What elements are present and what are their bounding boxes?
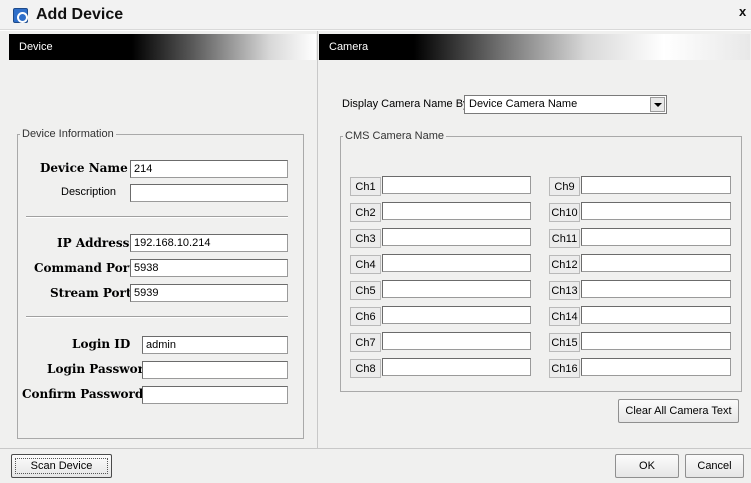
login-password-label: Login Password (47, 362, 153, 376)
clear-all-camera-text-button[interactable]: Clear All Camera Text (618, 399, 739, 423)
device-name-field[interactable]: 214 (130, 160, 288, 178)
channel-label: Ch3 (350, 229, 381, 248)
description-label: Description (61, 186, 117, 198)
device-name-label: Device Name (40, 161, 128, 175)
command-port-field[interactable]: 5938 (130, 259, 288, 277)
display-camera-name-select[interactable]: Device Camera Name (464, 95, 667, 114)
channel-label: Ch5 (350, 281, 381, 300)
channel-label: Ch4 (350, 255, 381, 274)
close-button[interactable]: x (739, 4, 751, 20)
channel-label: Ch15 (549, 333, 580, 352)
description-field[interactable] (130, 184, 288, 202)
channel-label: Ch12 (549, 255, 580, 274)
channel-label: Ch10 (549, 203, 580, 222)
display-camera-name-by-label: Display Camera Name By (342, 98, 469, 110)
channel-name-field[interactable] (581, 176, 731, 194)
ip-address-label: IP Address (57, 236, 130, 250)
channel-label: Ch8 (350, 359, 381, 378)
login-id-field[interactable]: admin (142, 336, 288, 354)
channel-name-field[interactable] (581, 202, 731, 220)
display-camera-name-value: Device Camera Name (469, 98, 578, 110)
channel-label: Ch11 (549, 229, 580, 248)
channel-name-field[interactable] (581, 332, 731, 350)
window-title: Add Device (36, 6, 124, 23)
camera-pane-header: Camera (319, 34, 750, 60)
login-id-label: Login ID (72, 337, 131, 351)
channel-label: Ch13 (549, 281, 580, 300)
channel-name-field[interactable] (382, 280, 531, 298)
channel-name-field[interactable] (382, 332, 531, 350)
ip-address-field[interactable]: 192.168.10.214 (130, 234, 288, 252)
channel-name-field[interactable] (382, 176, 531, 194)
cms-camera-name-legend: CMS Camera Name (345, 130, 445, 142)
confirm-password-field[interactable] (142, 386, 288, 404)
scan-device-label: Scan Device (15, 458, 108, 474)
channel-name-field[interactable] (581, 306, 731, 324)
cancel-button[interactable]: Cancel (685, 454, 744, 478)
channel-label: Ch9 (549, 177, 580, 196)
confirm-password-label: Confirm Password (22, 387, 144, 401)
channel-label: Ch16 (549, 359, 580, 378)
channel-name-field[interactable] (382, 202, 531, 220)
device-information-legend: Device Information (22, 128, 114, 140)
title-bar: Add Device x (0, 0, 751, 30)
channel-name-field[interactable] (382, 306, 531, 324)
separator-2 (26, 316, 288, 318)
footer-separator (0, 448, 751, 449)
separator-1 (26, 216, 288, 218)
ok-button[interactable]: OK (615, 454, 679, 478)
command-port-label: Command Port (34, 261, 135, 275)
channel-label: Ch6 (350, 307, 381, 326)
channel-label: Ch14 (549, 307, 580, 326)
pane-divider (317, 31, 318, 449)
channel-label: Ch2 (350, 203, 381, 222)
dialog-client-area: Device Camera Device Information Device … (0, 31, 751, 483)
device-pane-header: Device (9, 34, 316, 60)
channel-label: Ch1 (350, 177, 381, 196)
stream-port-field[interactable]: 5939 (130, 284, 288, 302)
channel-name-field[interactable] (581, 228, 731, 246)
channel-name-field[interactable] (382, 228, 531, 246)
channel-name-field[interactable] (382, 358, 531, 376)
login-password-field[interactable] (142, 361, 288, 379)
channel-name-field[interactable] (581, 254, 731, 272)
channel-name-field[interactable] (382, 254, 531, 272)
chevron-down-icon[interactable] (650, 97, 665, 112)
channel-label: Ch7 (350, 333, 381, 352)
scan-device-button[interactable]: Scan Device (11, 454, 112, 478)
channel-name-field[interactable] (581, 280, 731, 298)
stream-port-label: Stream Port (50, 286, 132, 300)
channel-name-field[interactable] (581, 358, 731, 376)
camera-device-icon (13, 8, 28, 23)
